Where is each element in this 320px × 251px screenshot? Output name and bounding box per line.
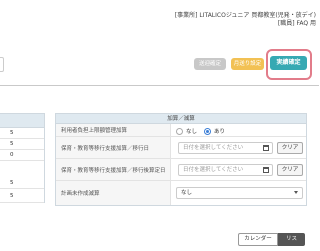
calendar-view-button[interactable]: カレンダー [238,233,278,246]
left-panel-header [0,114,44,128]
list-item: 0 [0,150,44,161]
post-transition-date-input[interactable]: 日付を選択してください [178,164,273,176]
table-row: 計画未作成減算 なし [56,181,306,205]
radio-none[interactable] [176,127,183,135]
calendar-icon [263,167,269,173]
chevron-down-icon [294,191,298,194]
role-label: [職員] FAQ 用 [277,20,316,27]
addons-section-title: 加算／減算 [56,114,306,124]
top-bar: [事業所] LITALICOジュニア 買都教室(児発・放デイ) [職員] FAQ… [0,0,319,30]
results-confirm-button[interactable]: 実績確定 [270,56,307,70]
row-label: 保育・教育等移行支援加算／移行日 [56,137,171,158]
row-label: 計画未作成減算 [56,181,171,205]
transition-date-input[interactable]: 日付を選択してください [178,142,273,154]
search-input[interactable] [0,57,4,72]
list-view-button[interactable]: リスト [278,233,305,251]
addons-panel: 加算／減算 利用者負担上限額管理加算 なし あり 保育・教育等移行支援加算／移行… [55,113,307,206]
row-label: 利用者負担上限額管理加算 [56,124,171,136]
table-row: 保育・教育等移行支援加算／移行後算定日 日付を選択してください クリア [56,159,306,181]
copay-radio-group: なし あり [176,127,225,135]
left-summary-panel: 5 5 0 5 5 [0,113,45,203]
clear-button[interactable]: クリア [277,164,303,176]
row-label: 保育・教育等移行支援加算／移行後算定日 [56,159,171,180]
highlight-frame: 実績確定 [266,49,312,80]
calendar-icon [263,145,269,151]
list-item: 5 [0,128,44,139]
table-row: 利用者負担上限額管理加算 なし あり [56,124,306,137]
monthly-setting-button[interactable]: 月送り設定 [231,58,264,70]
radio-none-label: なし [186,129,198,135]
table-row: 保育・教育等移行支援加算／移行日 日付を選択してください クリア [56,137,306,159]
view-toggle: カレンダー リスト [238,233,305,251]
list-item: 5 [0,161,44,189]
transport-confirm-button[interactable]: 送迎確定 [194,58,226,70]
radio-yes-label: あり [214,129,226,135]
list-item: 5 [0,189,44,203]
plan-not-created-select[interactable]: なし [176,187,303,199]
clear-button[interactable]: クリア [277,142,303,154]
list-item: 5 [0,139,44,150]
radio-yes[interactable] [204,127,212,135]
